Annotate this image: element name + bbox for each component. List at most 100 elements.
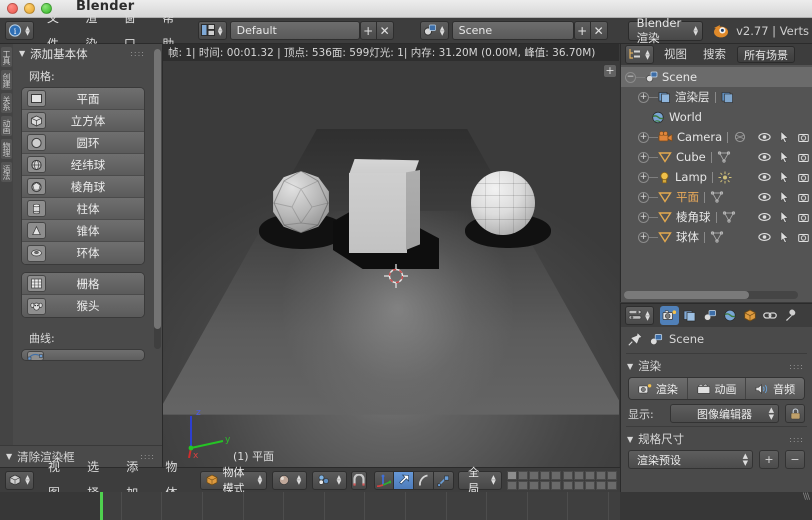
layer-cell[interactable]: [595, 480, 606, 490]
layer-cell[interactable]: [550, 480, 561, 490]
editor-type-selector-info[interactable]: i ▲ ▼: [5, 21, 34, 40]
eye-icon[interactable]: [758, 132, 771, 142]
display-mode-dropdown[interactable]: 图像编辑器 ▲ ▼: [670, 404, 779, 423]
layer-cell[interactable]: [528, 470, 539, 480]
render-preset-dropdown[interactable]: 渲染预设 ▲ ▼: [628, 450, 753, 469]
camera-render-icon[interactable]: [798, 192, 809, 203]
add-render-preset-button[interactable]: +: [759, 450, 779, 469]
delete-scene-button[interactable]: ✕: [590, 21, 608, 40]
outliner-row-lamp[interactable]: + Lamp: [621, 167, 812, 187]
render-animation-button[interactable]: 动画: [687, 378, 747, 399]
eye-icon[interactable]: [758, 232, 771, 242]
add-circle-button[interactable]: 圆环: [22, 132, 144, 154]
camera-render-icon[interactable]: [798, 212, 809, 223]
outliner-row-world[interactable]: World: [621, 107, 812, 127]
properties-tab-world[interactable]: [720, 306, 739, 325]
layer-cell[interactable]: [517, 480, 528, 490]
layer-cell[interactable]: [573, 480, 584, 490]
tool-tab-grease[interactable]: 语法: [1, 162, 12, 182]
properties-tab-render[interactable]: [660, 306, 679, 325]
properties-tab-modifiers[interactable]: [780, 306, 799, 325]
add-screen-layout-button[interactable]: +: [359, 21, 377, 40]
render-engine-dropdown[interactable]: Blender 渲染 ▲ ▼: [627, 16, 704, 45]
add-cone-button[interactable]: 锥体: [22, 220, 144, 242]
editor-type-selector-view3d[interactable]: ▲ ▼: [5, 470, 34, 490]
manipulator-toggle-button[interactable]: [374, 470, 395, 490]
layer-cell[interactable]: [595, 470, 606, 480]
outliner-menu-search[interactable]: 搜索: [695, 44, 734, 65]
tool-tab-physics[interactable]: 物理: [1, 139, 12, 159]
layer-cell[interactable]: [584, 470, 595, 480]
manipulator-rotate-button[interactable]: [414, 470, 435, 490]
display-lock-button[interactable]: [785, 404, 805, 423]
eye-icon[interactable]: [758, 212, 771, 222]
cursor-arrow-icon[interactable]: [780, 131, 789, 143]
camera-render-icon[interactable]: [798, 152, 809, 163]
viewport-toolshelf-toggle-button[interactable]: +: [603, 64, 617, 78]
tool-shelf-scrollbar[interactable]: [154, 49, 161, 349]
layer-cell[interactable]: [517, 470, 528, 480]
scene-name-field[interactable]: Scene: [451, 21, 574, 40]
outliner-display-mode-dropdown[interactable]: 所有场景: [737, 46, 795, 63]
layer-cell[interactable]: [562, 480, 573, 490]
expand-icon[interactable]: +: [638, 131, 649, 143]
transform-orientation-dropdown[interactable]: 全局 ▲ ▼: [458, 466, 502, 495]
expand-icon[interactable]: +: [638, 191, 649, 203]
add-uvsphere-button[interactable]: 经纬球: [22, 154, 144, 176]
tool-tab-tools[interactable]: 工具: [1, 47, 12, 67]
remove-render-preset-button[interactable]: −: [785, 450, 805, 469]
layer-cell[interactable]: [506, 470, 517, 480]
add-primitive-panel-header[interactable]: ▼ 添加基本体 ::::: [13, 44, 153, 63]
layer-cell[interactable]: [606, 480, 617, 490]
add-cube-button[interactable]: 立方体: [22, 110, 144, 132]
editor-type-selector-properties[interactable]: ▲ ▼: [625, 306, 654, 325]
render-panel-header[interactable]: ▼ 渲染 ::::: [621, 356, 812, 376]
editor-type-selector-outliner[interactable]: ▲ ▼: [625, 45, 654, 64]
scene-layers-block-1[interactable]: [506, 470, 561, 490]
timeline-playhead[interactable]: [100, 492, 103, 520]
layer-cell[interactable]: [562, 470, 573, 480]
expand-icon[interactable]: +: [638, 171, 649, 183]
add-curve-button[interactable]: [22, 350, 144, 360]
add-monkey-button[interactable]: 猴头: [22, 295, 144, 317]
expand-icon[interactable]: +: [638, 231, 649, 243]
screen-layout-type-button[interactable]: ▲ ▼: [197, 21, 227, 40]
expand-icon[interactable]: +: [638, 91, 649, 103]
cursor-arrow-icon[interactable]: [780, 211, 789, 223]
camera-render-icon[interactable]: [798, 232, 809, 243]
tool-tab-animation[interactable]: 动画: [1, 116, 12, 136]
outliner-row-camera[interactable]: + Camera: [621, 127, 812, 147]
scene-layers-block-2[interactable]: [562, 470, 617, 490]
cube-object-front-face[interactable]: [349, 173, 407, 253]
delete-screen-layout-button[interactable]: ✕: [376, 21, 394, 40]
3d-viewport[interactable]: z y x (1) 平面 +: [163, 61, 619, 467]
render-audio-button[interactable]: 音频: [746, 378, 804, 399]
screen-layout-name-field[interactable]: Default: [229, 21, 360, 40]
outliner-row-icosphere[interactable]: + 棱角球: [621, 207, 812, 227]
properties-tab-object[interactable]: [740, 306, 759, 325]
outliner-row-plane[interactable]: + 平面: [621, 187, 812, 207]
layer-cell[interactable]: [573, 470, 584, 480]
cursor-arrow-icon[interactable]: [780, 171, 789, 183]
add-scene-button[interactable]: +: [573, 21, 591, 40]
properties-tab-render-layers[interactable]: [680, 306, 699, 325]
expand-icon[interactable]: +: [638, 151, 649, 163]
eye-icon[interactable]: [758, 172, 771, 182]
add-icosphere-button[interactable]: 棱角球: [22, 176, 144, 198]
outliner-row-sphere[interactable]: + 球体: [621, 227, 812, 247]
scene-layers-widget[interactable]: [506, 470, 617, 490]
layer-cell[interactable]: [539, 470, 550, 480]
cursor-arrow-icon[interactable]: [780, 151, 789, 163]
scene-browse-button[interactable]: ▲ ▼: [419, 21, 449, 40]
uvsphere-object[interactable]: [471, 171, 535, 235]
collapse-icon[interactable]: −: [625, 71, 636, 83]
layer-cell[interactable]: [506, 480, 517, 490]
expand-icon[interactable]: +: [638, 211, 649, 223]
add-grid-button[interactable]: 栅格: [22, 273, 144, 295]
outliner-row-scene[interactable]: − Scene: [621, 67, 812, 87]
eye-icon[interactable]: [758, 152, 771, 162]
outliner-menu-view[interactable]: 视图: [656, 44, 695, 65]
layer-cell[interactable]: [584, 480, 595, 490]
add-plane-button[interactable]: 平面: [22, 88, 144, 110]
manipulator-translate-button[interactable]: [394, 470, 415, 490]
